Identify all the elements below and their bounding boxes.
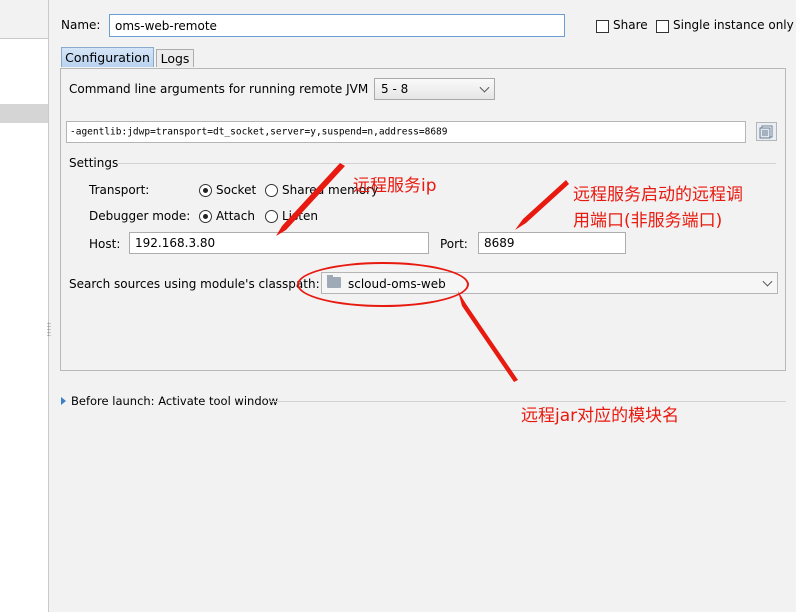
annotation-arrows	[276, 163, 569, 382]
annotation-module-name: 远程jar对应的模块名	[521, 406, 680, 426]
annotation-remote-port-line1: 远程服务启动的远程调	[573, 185, 743, 205]
annotation-remote-port-line2: 用端口(非服务端口)	[573, 211, 723, 231]
arrow-to-port	[515, 180, 569, 230]
arrow-to-module	[458, 291, 518, 382]
annotation-remote-ip: 远程服务ip	[353, 176, 437, 196]
arrow-to-host	[276, 163, 345, 236]
